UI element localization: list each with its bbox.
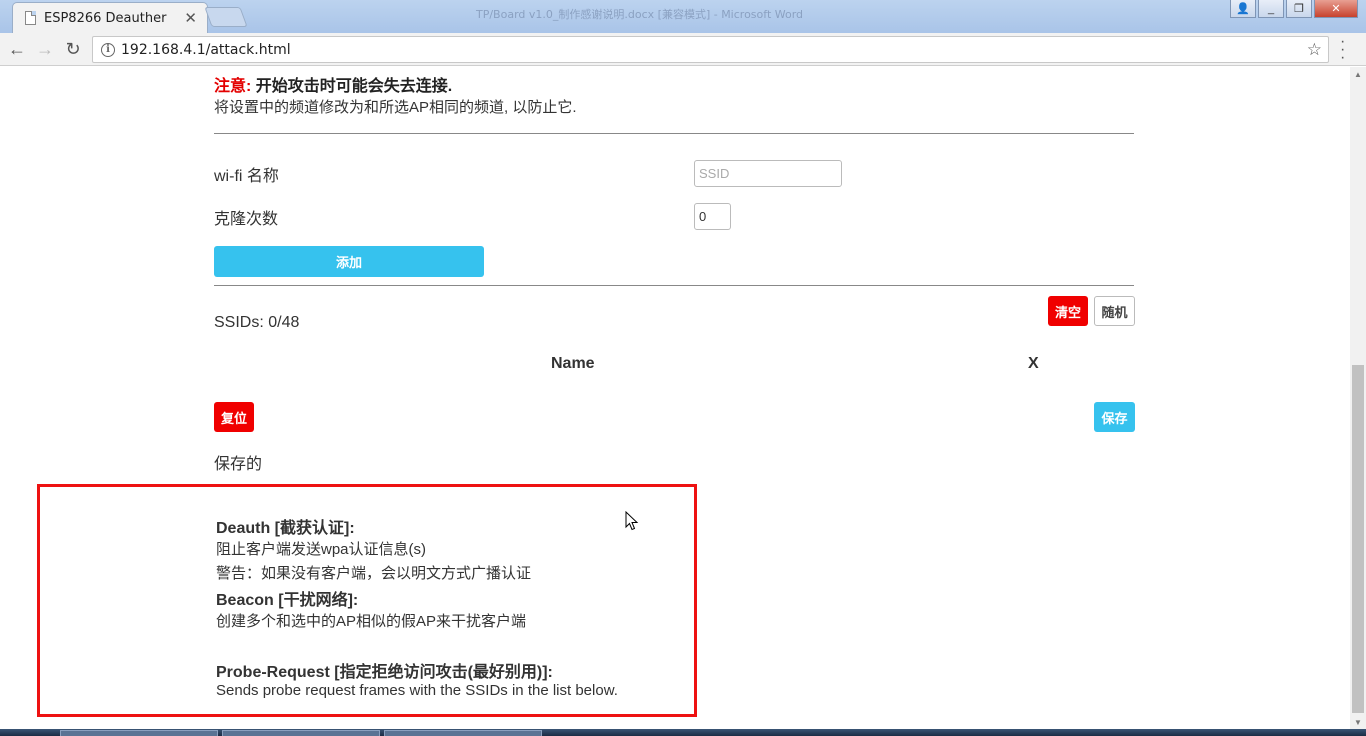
menu-icon[interactable]: · · · bbox=[1340, 34, 1345, 66]
os-taskbar bbox=[0, 729, 1366, 736]
column-header-x: X bbox=[1028, 355, 1039, 372]
deauth-warning: 警告：如果没有客户端，会以明文方式广播认证 bbox=[216, 565, 532, 582]
user-icon[interactable]: 👤 bbox=[1230, 0, 1256, 18]
page-content: 注意: 开始攻击时可能会失去连接. 将设置中的频道修改为和所选AP相同的频道, … bbox=[0, 67, 1350, 729]
background-window-title: TP/Board v1.0_制作感谢说明.docx [兼容模式] - Micro… bbox=[476, 8, 804, 21]
deauth-title: Deauth [截获认证]: bbox=[216, 520, 355, 537]
divider bbox=[214, 285, 1134, 286]
mouse-pointer-icon bbox=[625, 511, 639, 531]
add-button[interactable]: 添加 bbox=[214, 246, 484, 277]
back-icon[interactable]: ← bbox=[6, 38, 28, 60]
scroll-thumb[interactable] bbox=[1352, 365, 1364, 713]
probe-request-description: Sends probe request frames with the SSID… bbox=[216, 682, 618, 699]
ssid-count: SSIDs: 0/48 bbox=[214, 314, 300, 331]
ssid-label: wi-fi 名称 bbox=[214, 168, 279, 185]
browser-toolbar: ← → ↻ i 192.168.4.1/attack.html ☆ · · · bbox=[0, 33, 1366, 66]
save-button[interactable]: 保存 bbox=[1094, 402, 1135, 432]
tab-close-icon[interactable]: ✕ bbox=[184, 9, 197, 27]
taskbar-item[interactable] bbox=[384, 730, 542, 736]
random-button[interactable]: 随机 bbox=[1094, 296, 1135, 326]
reset-button[interactable]: 复位 bbox=[214, 402, 254, 432]
scroll-down-icon[interactable]: ▼ bbox=[1354, 718, 1362, 727]
reload-icon[interactable]: ↻ bbox=[62, 38, 84, 60]
saved-status: 保存的 bbox=[214, 456, 263, 473]
notice-label: 注意: bbox=[214, 78, 252, 95]
divider bbox=[214, 133, 1134, 134]
notice-text: 开始攻击时可能会失去连接. bbox=[251, 78, 453, 95]
deauth-description: 阻止客户端发送wpa认证信息(s) bbox=[216, 541, 427, 558]
notice-heading: 注意: 开始攻击时可能会失去连接. bbox=[214, 72, 452, 96]
clone-count-input[interactable]: 0 bbox=[694, 203, 731, 230]
notice-subtext: 将设置中的频道修改为和所选AP相同的频道, 以防止它. bbox=[214, 99, 577, 116]
clone-count-label: 克隆次数 bbox=[214, 211, 279, 228]
page-icon bbox=[25, 11, 36, 25]
taskbar-item[interactable] bbox=[60, 730, 218, 736]
restore-button[interactable]: ❐ bbox=[1286, 0, 1312, 18]
minimize-button[interactable]: _ bbox=[1258, 0, 1284, 18]
address-bar[interactable]: i 192.168.4.1/attack.html ☆ bbox=[92, 36, 1329, 63]
tab-esp8266-deauther[interactable]: ESP8266 Deauther ✕ bbox=[12, 2, 208, 33]
taskbar-item[interactable] bbox=[222, 730, 380, 736]
scroll-up-icon[interactable]: ▲ bbox=[1354, 70, 1362, 79]
window-close-button[interactable]: ✕ bbox=[1314, 0, 1358, 18]
column-header-name: Name bbox=[551, 355, 595, 372]
ssid-input[interactable]: SSID bbox=[694, 160, 842, 187]
clear-button[interactable]: 清空 bbox=[1048, 296, 1088, 326]
page-scrollbar[interactable]: ▲ ▼ bbox=[1350, 67, 1366, 729]
bookmark-star-icon[interactable]: ☆ bbox=[1307, 40, 1322, 60]
attack-info-box: Deauth [截获认证]: 阻止客户端发送wpa认证信息(s) 警告：如果没有… bbox=[37, 484, 697, 717]
probe-request-title: Probe-Request [指定拒绝访问攻击(最好别用)]: bbox=[216, 664, 553, 681]
new-tab-button[interactable] bbox=[204, 7, 248, 27]
beacon-title: Beacon [干扰网络]: bbox=[216, 592, 359, 609]
beacon-description: 创建多个和选中的AP相似的假AP来干扰客户端 bbox=[216, 613, 527, 630]
forward-icon[interactable]: → bbox=[34, 38, 56, 60]
browser-titlebar: ESP8266 Deauther ✕ TP/Board v1.0_制作感谢说明.… bbox=[0, 0, 1366, 33]
url-text[interactable]: 192.168.4.1/attack.html bbox=[121, 42, 291, 58]
tab-title: ESP8266 Deauther bbox=[44, 10, 167, 26]
window-controls: 👤 _ ❐ ✕ bbox=[1230, 0, 1358, 18]
info-icon[interactable]: i bbox=[101, 42, 115, 57]
